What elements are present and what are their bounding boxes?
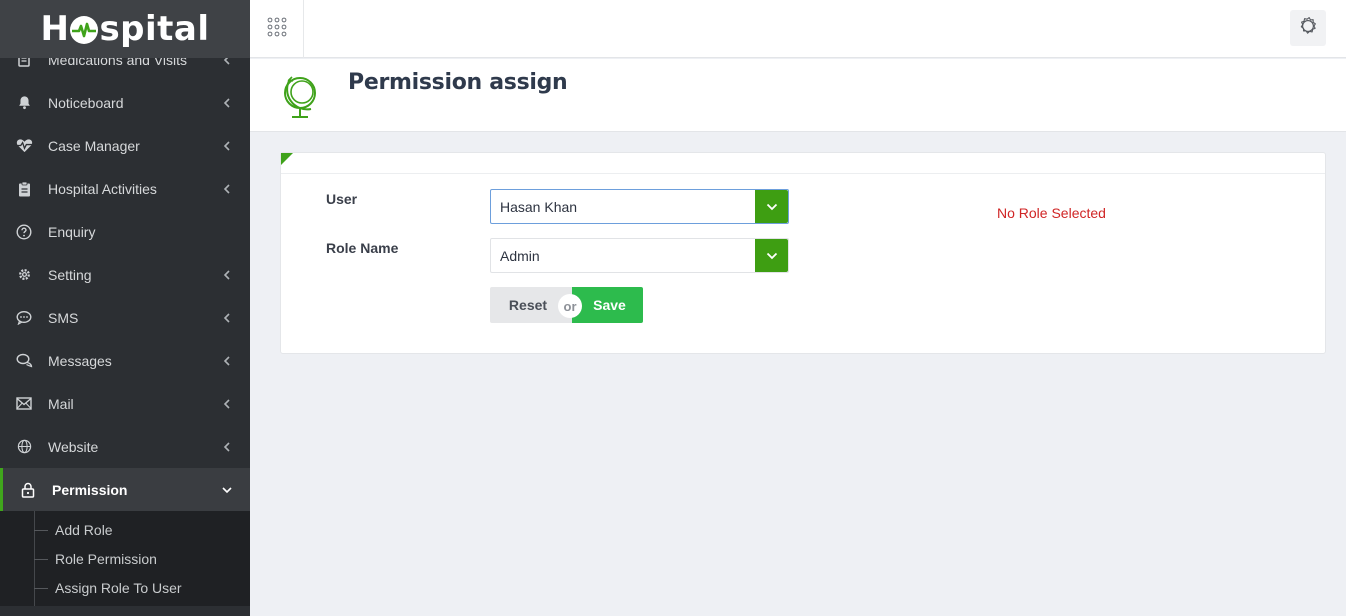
sidebar-item-label: Website	[48, 438, 99, 455]
clipboard-icon	[15, 180, 33, 198]
or-separator: or	[558, 294, 582, 318]
chevron-down-icon[interactable]	[755, 239, 788, 272]
top-bar	[250, 0, 1346, 58]
chevron-left-icon	[222, 183, 232, 194]
page-header: Permission assign	[250, 59, 1346, 132]
sidebar: Medications and Visits Noticeboard Case …	[0, 0, 250, 616]
chevron-down-icon	[222, 485, 232, 495]
role-select-value: Admin	[500, 247, 540, 264]
user-select[interactable]: Hasan Khan	[490, 189, 789, 224]
page-title: Permission assign	[348, 70, 568, 95]
bell-icon	[15, 94, 33, 112]
envelope-icon	[15, 395, 33, 413]
settings-button[interactable]	[1290, 10, 1326, 46]
role-name-label: Role Name	[326, 240, 399, 256]
chevron-left-icon	[222, 97, 232, 108]
sidebar-item-label: Enquiry	[48, 223, 96, 240]
messages-icon	[15, 352, 33, 370]
logo-bar[interactable]: H spital	[0, 0, 250, 58]
chevron-left-icon	[222, 312, 232, 323]
sidebar-item-noticeboard[interactable]: Noticeboard	[0, 81, 250, 124]
globe-stand-icon	[278, 67, 322, 123]
card-divider	[281, 173, 1325, 174]
sidebar-item-label: SMS	[48, 309, 79, 326]
permission-assign-card: User Hasan Khan Role Name Admin No Role …	[280, 152, 1326, 354]
heartbeat-logo-icon	[70, 16, 99, 44]
save-button[interactable]: Save	[572, 287, 643, 323]
sidebar-item-label: Setting	[48, 266, 92, 283]
logo-text-start: H	[40, 9, 70, 49]
submenu-item-role-permission[interactable]: Role Permission	[0, 544, 250, 573]
chat-bubble-icon	[15, 309, 33, 327]
sidebar-item-label: Permission	[52, 481, 128, 498]
sidebar-item-permission[interactable]: Permission	[0, 468, 250, 511]
sidebar-item-label: Messages	[48, 352, 112, 369]
heartbeat-icon	[15, 137, 33, 155]
sidebar-item-website[interactable]: Website	[0, 425, 250, 468]
user-label: User	[326, 191, 358, 207]
sidebar-item-hospital-activities[interactable]: Hospital Activities	[0, 167, 250, 210]
submenu-item-assign-role-to-user[interactable]: Assign Role To User	[0, 573, 250, 602]
sidebar-item-label: Case Manager	[48, 137, 140, 154]
sidebar-item-messages[interactable]: Messages	[0, 339, 250, 382]
chevron-left-icon	[222, 140, 232, 151]
card-corner-accent	[281, 153, 293, 165]
apps-grid-icon	[267, 17, 287, 42]
sidebar-item-enquiry[interactable]: Enquiry	[0, 210, 250, 253]
question-circle-icon	[15, 223, 33, 241]
permission-submenu: Add Role Role Permission Assign Role To …	[0, 511, 250, 606]
apps-grid-button[interactable]	[250, 0, 304, 58]
gear-icon	[1296, 14, 1320, 43]
sidebar-item-setting[interactable]: Setting	[0, 253, 250, 296]
chevron-down-icon[interactable]	[755, 190, 788, 223]
role-status-message: No Role Selected	[997, 205, 1106, 221]
sidebar-item-label: Mail	[48, 395, 74, 412]
app-logo: H spital	[40, 9, 209, 49]
sidebar-item-mail[interactable]: Mail	[0, 382, 250, 425]
chevron-left-icon	[222, 355, 232, 366]
chevron-left-icon	[222, 398, 232, 409]
globe-icon	[15, 438, 33, 456]
logo-text-end: spital	[99, 9, 210, 49]
chevron-left-icon	[222, 441, 232, 452]
sidebar-item-case-manager[interactable]: Case Manager	[0, 124, 250, 167]
submenu-item-add-role[interactable]: Add Role	[0, 515, 250, 544]
sidebar-item-label: Hospital Activities	[48, 180, 157, 197]
sidebar-item-label: Noticeboard	[48, 94, 124, 111]
sidebar-item-sms[interactable]: SMS	[0, 296, 250, 339]
chevron-left-icon	[222, 269, 232, 280]
gear-icon	[15, 266, 33, 284]
role-name-select[interactable]: Admin	[490, 238, 789, 273]
user-select-value: Hasan Khan	[500, 198, 578, 215]
sidebar-menu: Medications and Visits Noticeboard Case …	[0, 38, 250, 606]
lock-icon	[19, 481, 37, 499]
